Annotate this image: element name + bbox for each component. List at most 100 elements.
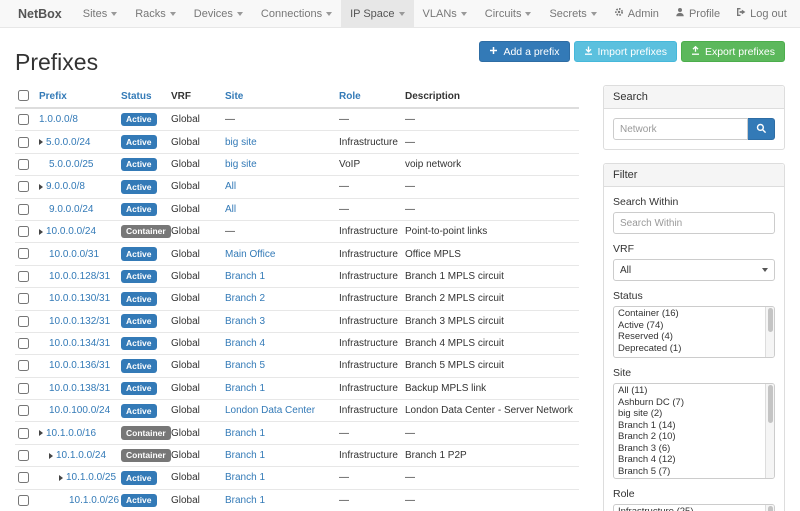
site-link[interactable]: Main Office	[225, 249, 275, 260]
row-checkbox[interactable]	[18, 114, 29, 125]
prefix-link[interactable]: 10.0.100.0/24	[49, 405, 110, 416]
nav-item-circuits[interactable]: Circuits	[476, 0, 541, 27]
site-link[interactable]: Branch 1	[225, 428, 265, 439]
site-link[interactable]: All	[225, 181, 236, 192]
column-header-status[interactable]: Status	[121, 91, 152, 102]
row-checkbox[interactable]	[18, 405, 29, 416]
nav-item-devices[interactable]: Devices	[185, 0, 252, 27]
row-checkbox[interactable]	[18, 450, 29, 461]
row-checkbox[interactable]	[18, 495, 29, 506]
export-prefixes-button[interactable]: Export prefixes	[681, 41, 785, 62]
row-checkbox[interactable]	[18, 383, 29, 394]
row-checkbox[interactable]	[18, 271, 29, 282]
filter-option[interactable]: Active (74)	[614, 320, 774, 332]
row-checkbox[interactable]	[18, 472, 29, 483]
search-input[interactable]	[613, 118, 748, 140]
nav-item-racks[interactable]: Racks	[126, 0, 185, 27]
prefix-link[interactable]: 5.0.0.0/25	[49, 159, 93, 170]
description-cell: Branch 4 MPLS circuit	[405, 338, 579, 349]
row-checkbox[interactable]	[18, 338, 29, 349]
nav-item-ip-space[interactable]: IP Space	[341, 0, 413, 27]
prefix-link[interactable]: 9.0.0.0/24	[49, 204, 93, 215]
nav-item-vlans[interactable]: VLANs	[414, 0, 476, 27]
site-link[interactable]: big site	[225, 159, 257, 170]
prefix-link[interactable]: 10.0.0.0/31	[49, 249, 99, 260]
logout-link[interactable]: Log out	[728, 0, 795, 27]
filter-option[interactable]: Reserved (4)	[614, 331, 774, 343]
site-link[interactable]: Branch 1	[225, 495, 265, 506]
site-link[interactable]: Branch 1	[225, 383, 265, 394]
row-checkbox[interactable]	[18, 181, 29, 192]
column-header-prefix[interactable]: Prefix	[39, 91, 67, 102]
site-link[interactable]: Branch 5	[225, 360, 265, 371]
nav-item-sites[interactable]: Sites	[74, 0, 126, 27]
prefix-link[interactable]: 10.1.0.0/25	[66, 472, 116, 483]
status-scrollbar[interactable]	[765, 307, 774, 357]
nav-item-connections[interactable]: Connections	[252, 0, 341, 27]
filter-option[interactable]: Branch 1 (14)	[614, 420, 774, 432]
site-link[interactable]: Branch 4	[225, 338, 265, 349]
row-checkbox[interactable]	[18, 159, 29, 170]
filter-option[interactable]: Container (16)	[614, 308, 774, 320]
search-button[interactable]	[748, 118, 775, 140]
prefix-link[interactable]: 10.1.0.0/16	[46, 428, 96, 439]
role-scrollbar[interactable]	[765, 505, 774, 511]
filter-option[interactable]: COLO 1-24 (4)	[614, 477, 774, 479]
prefix-link[interactable]: 10.0.0.136/31	[49, 360, 110, 371]
scrollbar-thumb[interactable]	[768, 506, 773, 511]
select-all-checkbox[interactable]	[18, 90, 29, 101]
site-listbox[interactable]: All (11)Ashburn DC (7)big site (2)Branch…	[613, 383, 775, 479]
row-checkbox[interactable]	[18, 428, 29, 439]
filter-option[interactable]: Branch 4 (12)	[614, 454, 774, 466]
prefix-link[interactable]: 10.0.0.138/31	[49, 383, 110, 394]
row-checkbox[interactable]	[18, 316, 29, 327]
row-checkbox[interactable]	[18, 137, 29, 148]
prefix-link[interactable]: 10.0.0.130/31	[49, 293, 110, 304]
filter-option[interactable]: big site (2)	[614, 408, 774, 420]
filter-option[interactable]: Infrastructure (25)	[614, 506, 774, 511]
row-checkbox[interactable]	[18, 293, 29, 304]
site-link[interactable]: Branch 1	[225, 450, 265, 461]
filter-option[interactable]: Ashburn DC (7)	[614, 397, 774, 409]
search-within-input[interactable]	[613, 212, 775, 234]
filter-option[interactable]: Branch 5 (7)	[614, 466, 774, 478]
import-prefixes-button[interactable]: Import prefixes	[574, 41, 677, 62]
site-link[interactable]: Branch 1	[225, 271, 265, 282]
prefix-link[interactable]: 10.1.0.0/24	[56, 450, 106, 461]
row-checkbox[interactable]	[18, 248, 29, 259]
scrollbar-thumb[interactable]	[768, 385, 773, 423]
status-listbox[interactable]: Container (16)Active (74)Reserved (4)Dep…	[613, 306, 775, 358]
role-listbox[interactable]: Infrastructure (25)Management (8)Private…	[613, 504, 775, 511]
row-checkbox[interactable]	[18, 360, 29, 371]
filter-option[interactable]: All (11)	[614, 385, 774, 397]
site-link[interactable]: All	[225, 204, 236, 215]
prefix-link[interactable]: 10.0.0.134/31	[49, 338, 110, 349]
prefix-link[interactable]: 9.0.0.0/8	[46, 181, 85, 192]
prefix-link[interactable]: 1.0.0.0/8	[39, 114, 78, 125]
prefix-link[interactable]: 10.0.0.128/31	[49, 271, 110, 282]
prefix-link[interactable]: 5.0.0.0/24	[46, 137, 90, 148]
vrf-select[interactable]: All	[613, 259, 775, 281]
prefix-link[interactable]: 10.0.0.0/24	[46, 226, 96, 237]
add-prefix-button[interactable]: Add a prefix	[479, 41, 569, 62]
site-link[interactable]: Branch 2	[225, 293, 265, 304]
netbox-brand[interactable]: NetBox	[6, 0, 74, 27]
prefix-link[interactable]: 10.1.0.0/26	[69, 495, 119, 506]
prefix-link[interactable]: 10.0.0.132/31	[49, 316, 110, 327]
admin-link[interactable]: Admin	[606, 0, 667, 27]
nav-item-secrets[interactable]: Secrets	[540, 0, 605, 27]
row-checkbox[interactable]	[18, 204, 29, 215]
site-link[interactable]: Branch 1	[225, 472, 265, 483]
site-link[interactable]: big site	[225, 137, 257, 148]
scrollbar-thumb[interactable]	[768, 308, 773, 332]
filter-option[interactable]: Deprecated (1)	[614, 343, 774, 355]
profile-link[interactable]: Profile	[667, 0, 728, 27]
column-header-site[interactable]: Site	[225, 91, 243, 102]
column-header-role[interactable]: Role	[339, 91, 361, 102]
site-scrollbar[interactable]	[765, 384, 774, 478]
filter-option[interactable]: Branch 3 (6)	[614, 443, 774, 455]
site-link[interactable]: London Data Center	[225, 405, 315, 416]
filter-option[interactable]: Branch 2 (10)	[614, 431, 774, 443]
site-link[interactable]: Branch 3	[225, 316, 265, 327]
row-checkbox[interactable]	[18, 226, 29, 237]
